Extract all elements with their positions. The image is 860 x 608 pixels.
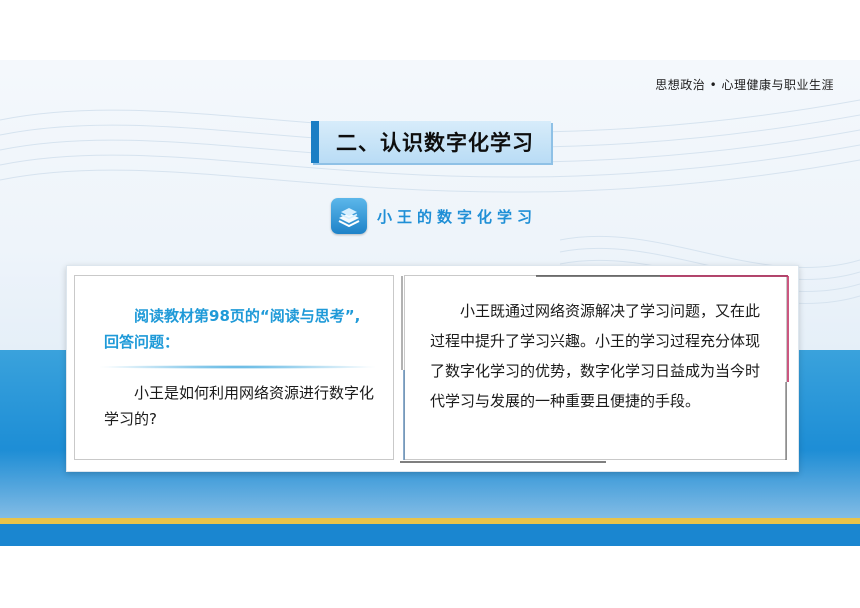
header-subject: 思想政治 • 心理健康与职业生涯 — [655, 78, 834, 92]
answer-text: 小王既通过网络资源解决了学习问题，又在此过程中提升了学习兴趣。小王的学习过程充分… — [430, 302, 761, 410]
subsection-title: 小王的数字化学习 — [377, 208, 538, 226]
bottom-blue-stripe — [0, 524, 860, 546]
section-title-box: 二、认识数字化学习 — [311, 121, 551, 163]
question-divider — [100, 365, 375, 369]
book-stack-icon — [331, 198, 367, 234]
section-title: 二、认识数字化学习 — [336, 131, 534, 155]
question-text: 小王是如何利用网络资源进行数字化学习的? — [104, 384, 375, 428]
question-prompt: 阅读教材第98页的“阅读与思考”, 回答问题： — [104, 307, 361, 351]
